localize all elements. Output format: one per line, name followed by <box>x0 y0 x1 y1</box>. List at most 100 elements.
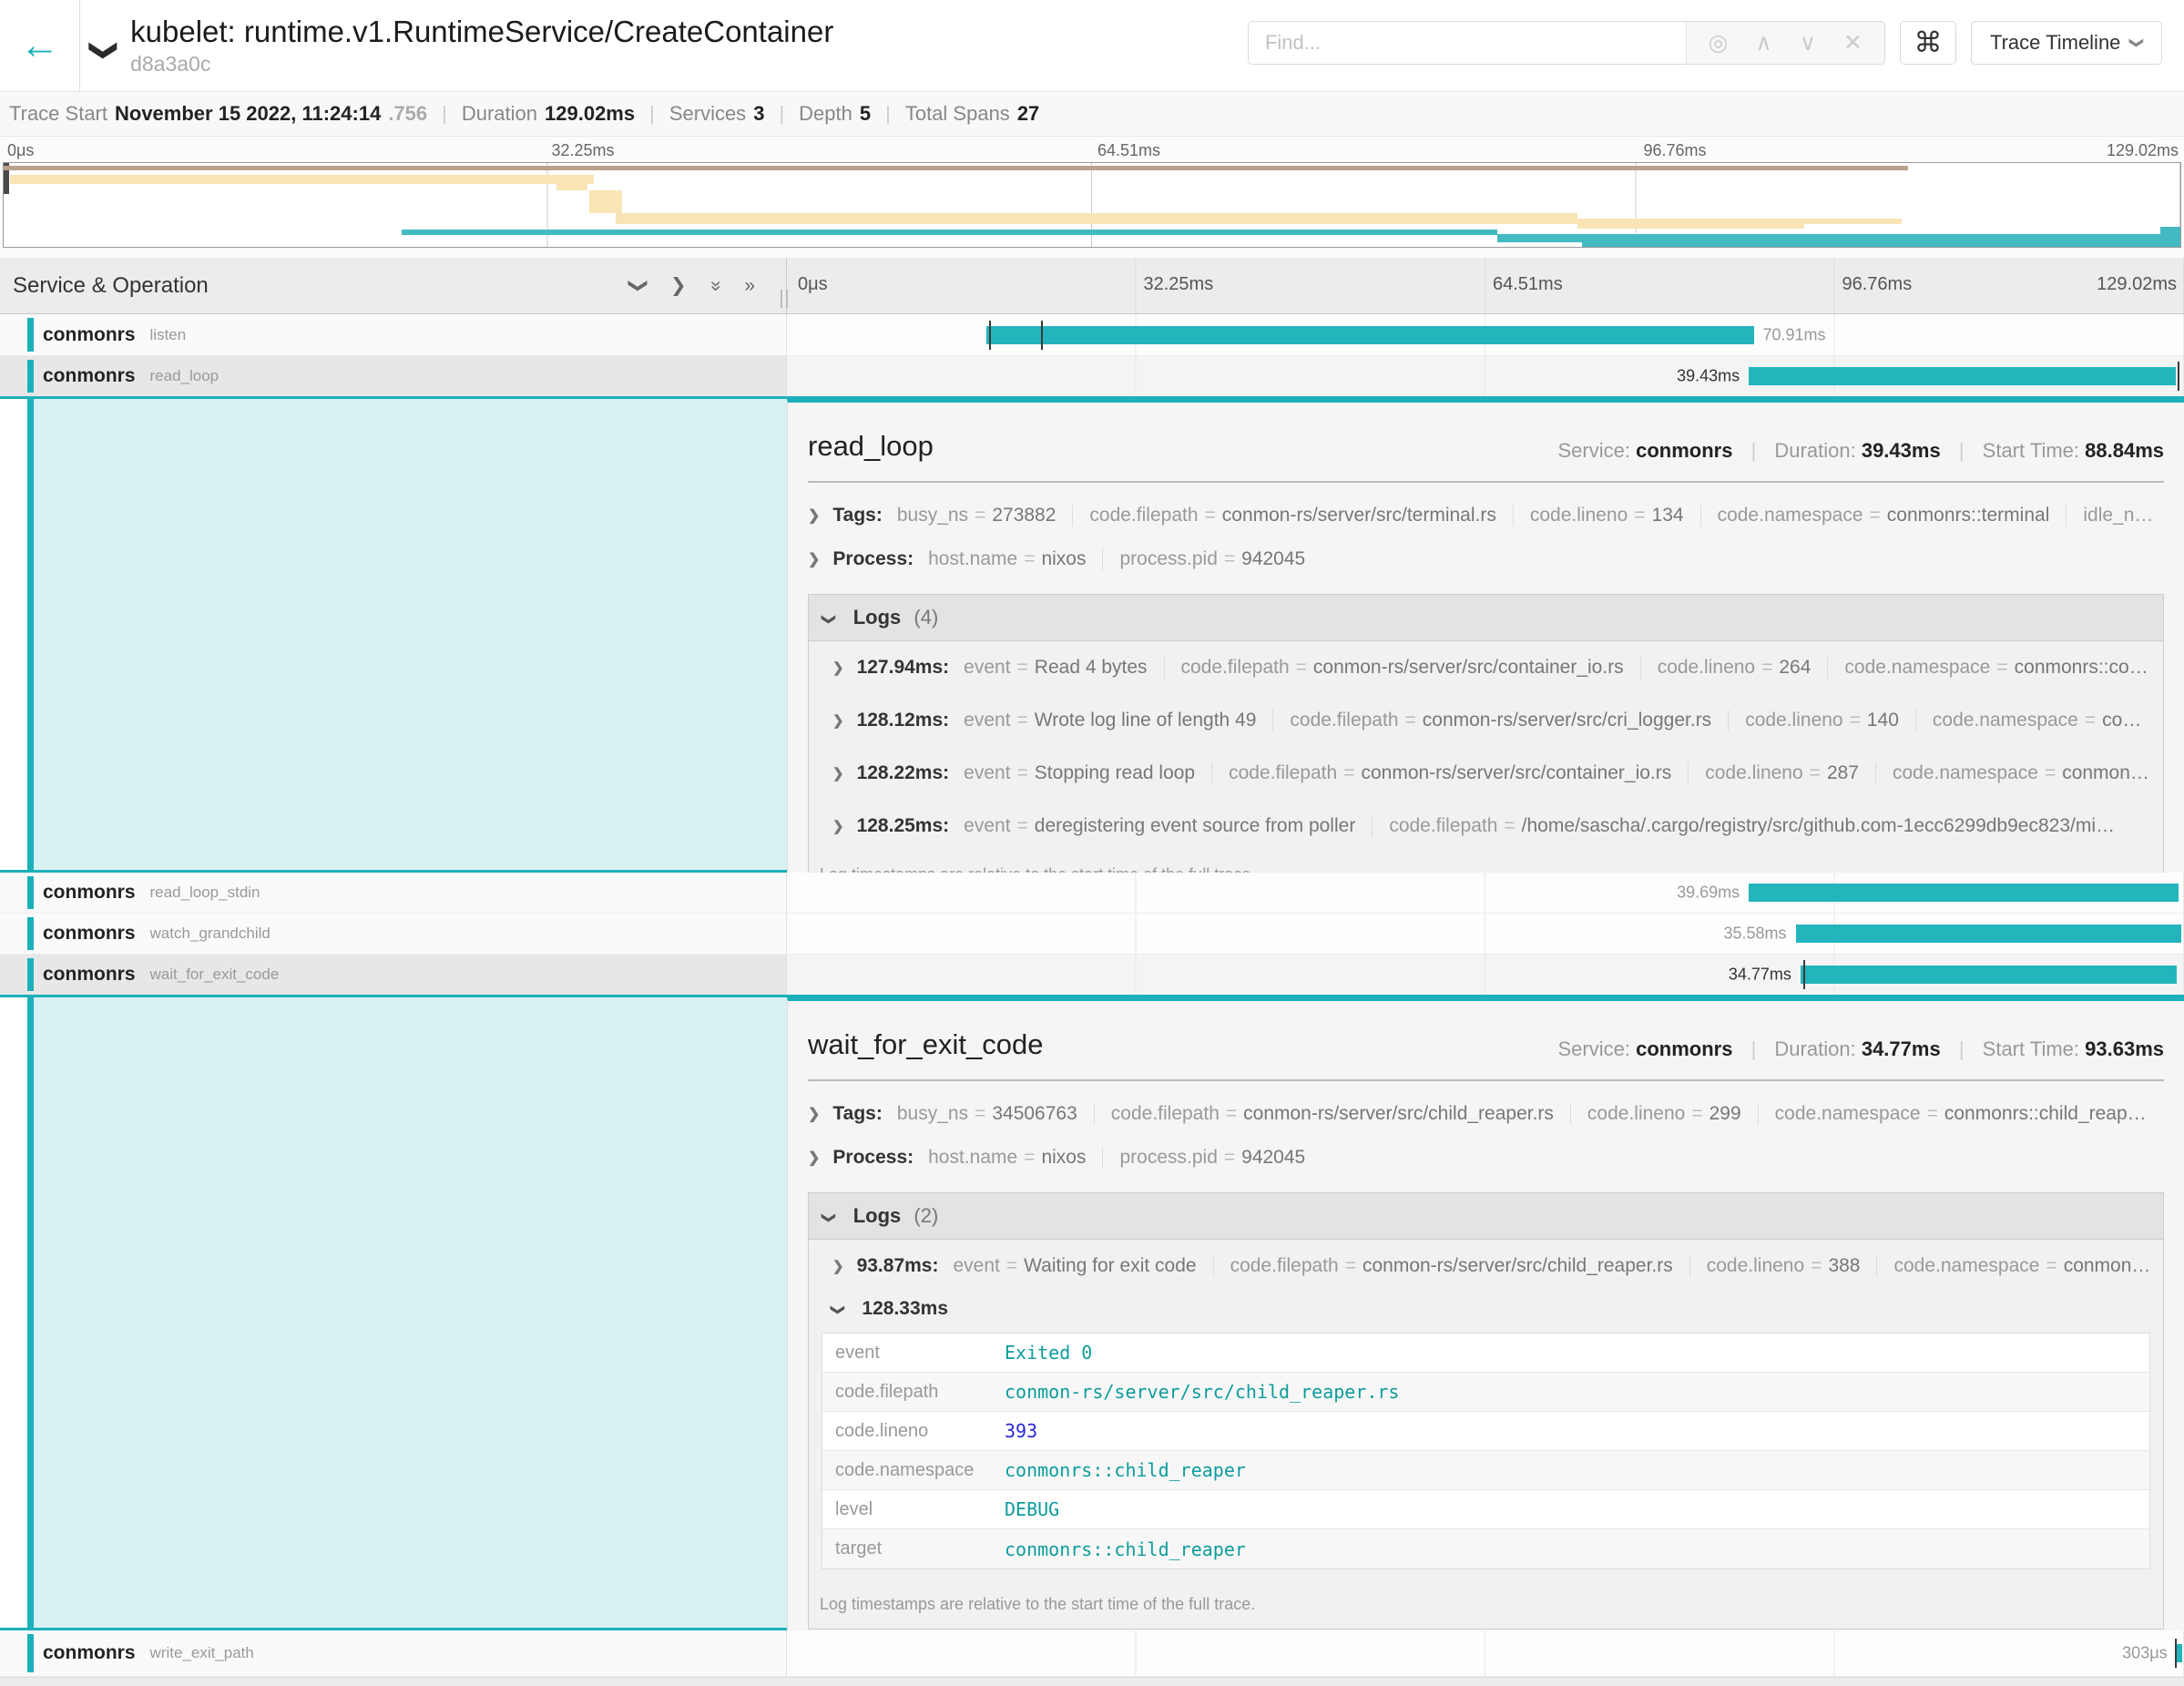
logs-label: Logs <box>853 1204 902 1227</box>
collapse-trace-header-button[interactable]: ❯ <box>93 35 116 66</box>
minimap-tick: 32.25ms <box>552 141 615 160</box>
span-log-tick <box>2175 1639 2177 1668</box>
chevron-down-icon: ❯ <box>821 1212 837 1224</box>
service-name: conmonrs <box>43 324 136 346</box>
span-name-cell[interactable]: conmonrs write_exit_path <box>0 1630 787 1676</box>
services-label: Services <box>669 102 746 126</box>
span-bar[interactable] <box>986 326 1754 344</box>
span-name-cell[interactable]: conmonrs read_loop_stdin <box>0 873 787 913</box>
logs-count: (4) <box>913 606 938 628</box>
minimap-span-segment <box>589 190 622 213</box>
header-controls: ◎ ∧ ∨ ✕ ⌘ Trace Timeline ❯ <box>1248 21 2162 65</box>
span-bar[interactable] <box>1801 966 2177 984</box>
service-name: conmonrs <box>43 1642 136 1664</box>
log-row[interactable]: ❯ 128.22ms: event=Stopping read loop cod… <box>809 747 2163 800</box>
collapse-controls: ❯ ❯ » » <box>630 274 755 297</box>
collapse-all-icon[interactable]: » <box>704 281 726 291</box>
expand-process-icon[interactable]: ❯ <box>808 550 820 568</box>
span-row-write-exit-path: conmonrs write_exit_path 303μs <box>0 1630 2184 1677</box>
span-detail-panel: wait_for_exit_code Service: conmonrs | D… <box>787 997 2184 1630</box>
expanded-log-header[interactable]: ❯ 128.33ms <box>809 1293 2163 1329</box>
tag-item: code.lineno=134 <box>1513 505 1684 526</box>
detail-service-value: conmonrs <box>1636 1037 1732 1060</box>
expand-one-icon[interactable]: ❯ <box>670 274 687 297</box>
log-row[interactable]: ❯ 128.25ms: event=deregistering event so… <box>809 800 2163 853</box>
span-log-tick <box>1041 321 1043 350</box>
span-bar[interactable] <box>1749 884 2179 902</box>
expand-process-icon[interactable]: ❯ <box>808 1149 820 1167</box>
span-name-cell[interactable]: conmonrs watch_grandchild <box>0 914 787 954</box>
log-row[interactable]: ❯ 127.94ms: event=Read 4 bytes code.file… <box>809 641 2163 694</box>
logs-note: Log timestamps are relative to the start… <box>809 1582 2163 1629</box>
clear-search-icon[interactable]: ✕ <box>1843 29 1863 56</box>
expand-tags-icon[interactable]: ❯ <box>808 506 820 525</box>
span-timeline-cell[interactable]: 35.58ms <box>787 914 2184 954</box>
trace-start-fraction: .756 <box>388 102 427 126</box>
command-icon: ⌘ <box>1914 26 1942 59</box>
next-result-icon[interactable]: ∨ <box>1800 29 1816 56</box>
span-bar[interactable] <box>1796 925 2181 943</box>
timeline-tick: 0μs <box>798 274 828 295</box>
view-selector-button[interactable]: Trace Timeline ❯ <box>1971 21 2162 65</box>
span-timeline-cell[interactable]: 303μs <box>787 1630 2184 1676</box>
total-spans-label: Total Spans <box>905 102 1010 126</box>
minimap-canvas[interactable] <box>3 162 2181 248</box>
log-row[interactable]: ❯ 128.12ms: event=Wrote log line of leng… <box>809 694 2163 747</box>
total-spans-value: 27 <box>1017 102 1039 126</box>
table-row: event Exited 0 <box>822 1333 2149 1373</box>
logs-header[interactable]: ❯ Logs (4) <box>809 595 2163 641</box>
detail-start-label: Start Time: <box>1983 439 2079 462</box>
span-timeline-cell[interactable]: 34.77ms <box>787 955 2184 995</box>
detail-service-label: Service: <box>1557 1037 1629 1060</box>
minimap-span-segment <box>2160 227 2180 248</box>
service-name: conmonrs <box>43 923 136 945</box>
service-operation-header: Service & Operation ❯ ❯ » » <box>0 258 787 313</box>
prev-result-icon[interactable]: ∧ <box>1755 29 1771 56</box>
back-button[interactable]: ← <box>0 0 80 91</box>
find-tools: ◎ ∧ ∨ ✕ <box>1686 22 1884 64</box>
trace-start-value: November 15 2022, 11:24:14 <box>115 102 381 126</box>
duration-label: Duration <box>462 102 537 126</box>
detail-title: wait_for_exit_code <box>808 1028 1044 1061</box>
locate-icon[interactable]: ◎ <box>1709 29 1729 56</box>
process-item: host.name=nixos <box>928 548 1086 570</box>
span-row-listen: conmonrs listen 70.91ms <box>0 314 2184 356</box>
detail-start-label: Start Time: <box>1983 1037 2079 1060</box>
table-row: target conmonrs::child_reaper <box>822 1529 2149 1568</box>
span-name-cell[interactable]: conmonrs wait_for_exit_code <box>0 955 787 995</box>
minimap-tick-labels: 0μs 32.25ms 64.51ms 96.76ms 129.02ms <box>0 137 2184 162</box>
table-row: code.filepath conmon-rs/server/src/child… <box>822 1373 2149 1412</box>
expand-log-icon: ❯ <box>832 659 844 676</box>
detail-title: read_loop <box>808 430 934 463</box>
span-duration-label: 303μs <box>2122 1644 2176 1663</box>
span-name-cell[interactable]: conmonrs read_loop <box>0 356 787 396</box>
timeline-tick: 129.02ms <box>2097 274 2177 295</box>
depth-value: 5 <box>860 102 871 126</box>
expand-log-icon: ❯ <box>832 765 844 782</box>
minimap-tick: 0μs <box>7 141 34 160</box>
collapse-one-icon[interactable]: ❯ <box>628 278 650 294</box>
view-selector-label: Trace Timeline <box>1990 31 2120 55</box>
span-bar[interactable] <box>1749 367 2176 385</box>
timeline-tick: 32.25ms <box>1144 274 1214 295</box>
tags-label: Tags: <box>832 1103 882 1125</box>
find-group: ◎ ∧ ∨ ✕ <box>1248 21 1885 65</box>
span-timeline-cell[interactable]: 39.43ms <box>787 356 2184 396</box>
find-input[interactable] <box>1249 22 1686 64</box>
tags-line: ❯ Tags: busy_ns=273882 code.filepath=con… <box>808 505 2164 526</box>
detail-start-value: 93.63ms <box>2085 1037 2164 1060</box>
log-timestamp: 127.94ms: <box>857 657 950 679</box>
log-row[interactable]: ❯ 93.87ms: event=Waiting for exit code c… <box>809 1240 2163 1293</box>
logs-header[interactable]: ❯ Logs (2) <box>809 1193 2163 1240</box>
expand-tags-icon[interactable]: ❯ <box>808 1105 820 1123</box>
operation-name: watch_grandchild <box>150 925 270 943</box>
process-item: host.name=nixos <box>928 1147 1086 1169</box>
minimap-span-segment <box>10 175 594 184</box>
span-timeline-cell[interactable]: 39.69ms <box>787 873 2184 913</box>
trace-start-label: Trace Start <box>9 102 107 126</box>
keyboard-shortcuts-button[interactable]: ⌘ <box>1900 21 1956 65</box>
span-timeline-cell[interactable]: 70.91ms <box>787 314 2184 355</box>
expand-all-icon[interactable]: » <box>744 275 755 297</box>
span-bar[interactable] <box>2177 1644 2183 1662</box>
span-name-cell[interactable]: conmonrs listen <box>0 314 787 355</box>
